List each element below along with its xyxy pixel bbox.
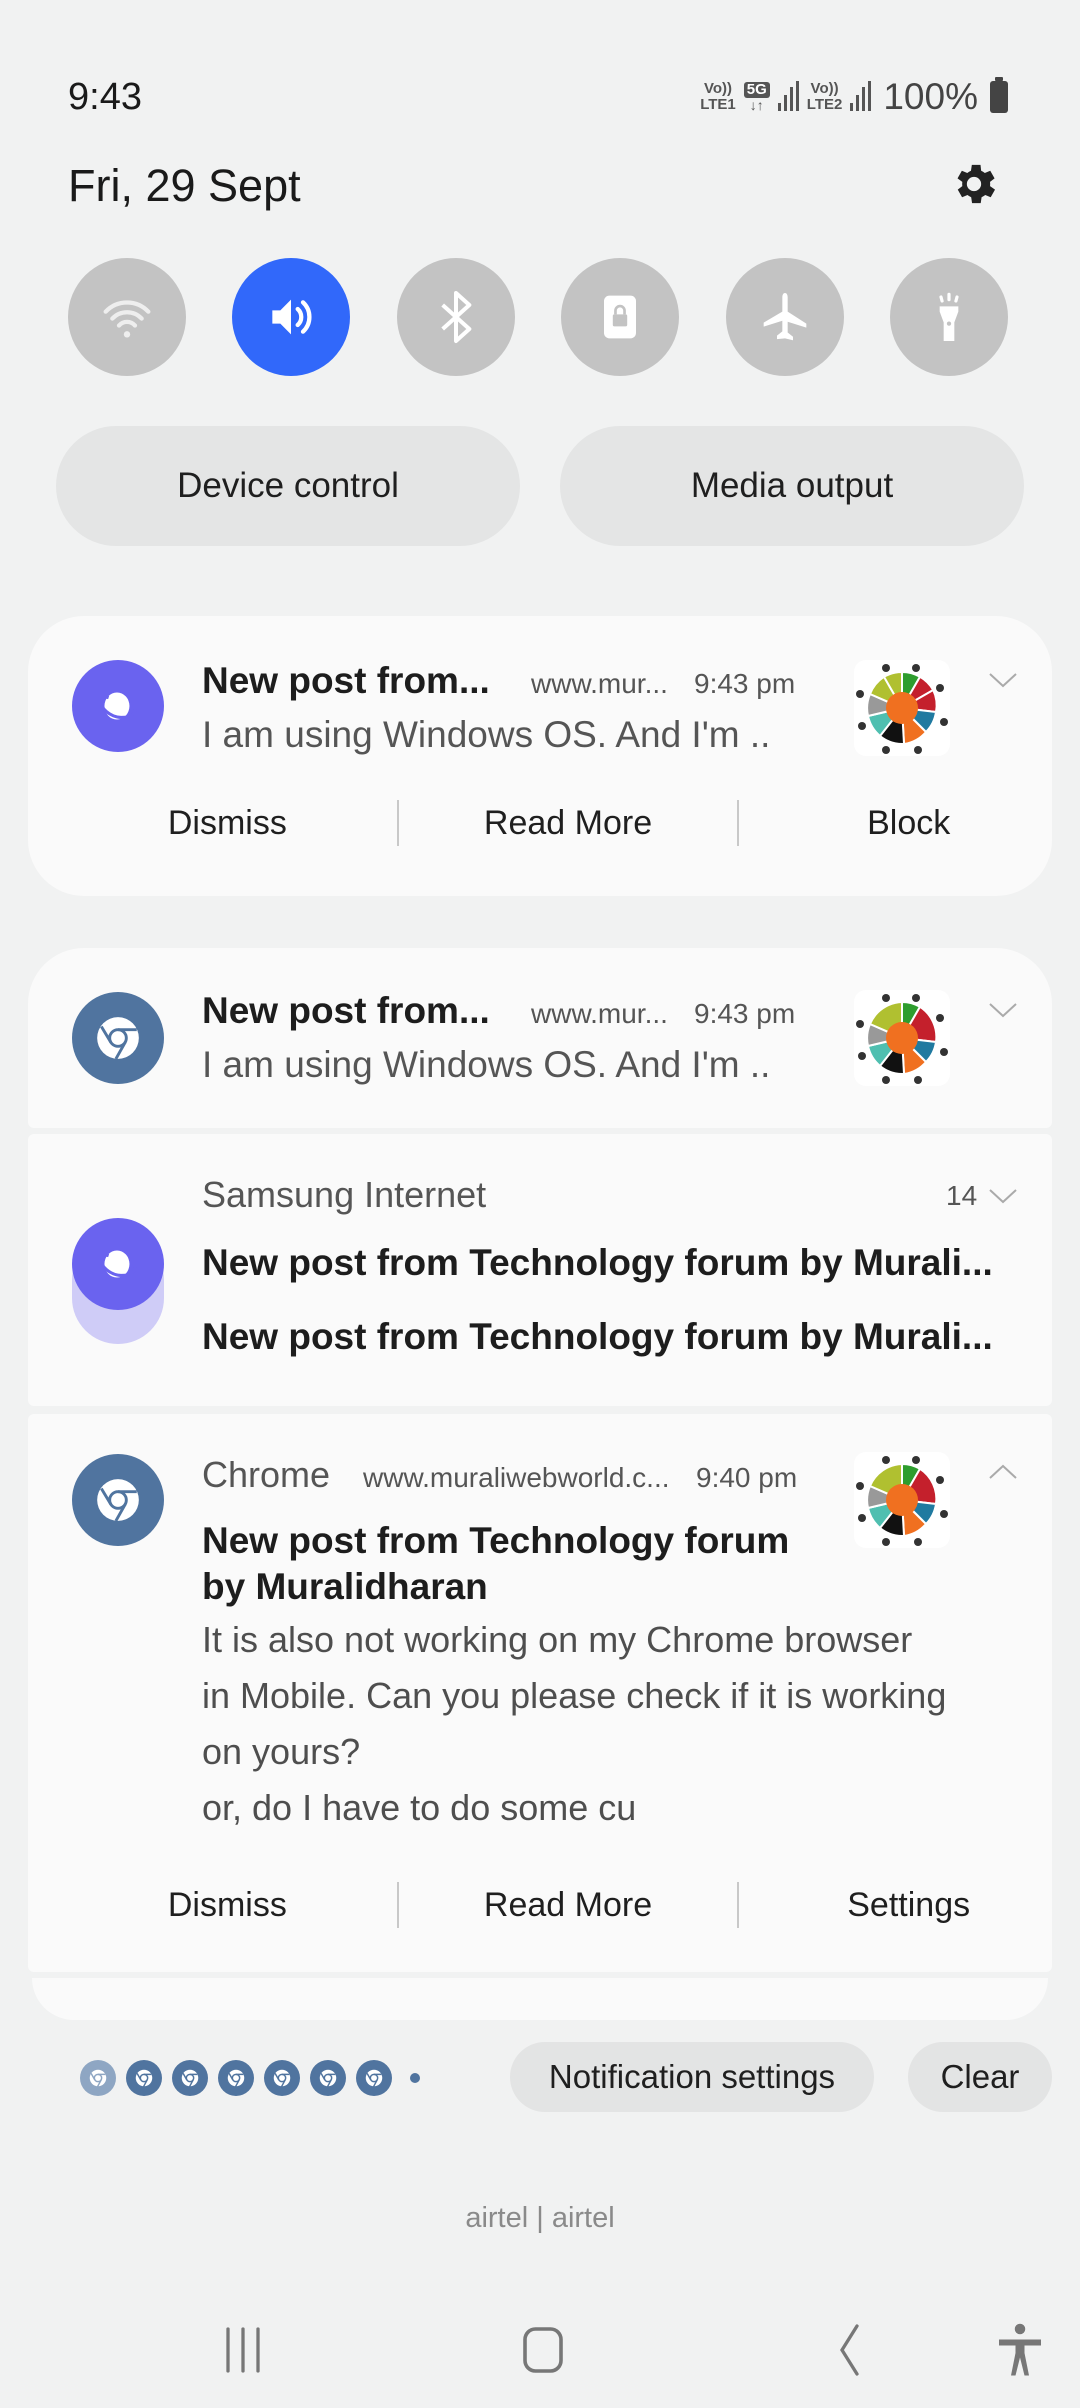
notification-time: 9:40 pm: [696, 1462, 798, 1493]
quick-toggles: [68, 258, 1008, 376]
date-label: Fri, 29 Sept: [68, 160, 301, 211]
notification-time: 9:43 pm: [694, 998, 796, 1029]
notification-title: New post from...: [202, 660, 490, 701]
battery-icon: [990, 77, 1008, 113]
sound-icon: [272, 299, 312, 335]
body-line: or, do I have to do some cu: [202, 1787, 637, 1828]
chevron-down-icon[interactable]: [988, 670, 1018, 690]
5g-data-icon: 5G ↓↑: [743, 82, 770, 113]
notification-stack-edge: [32, 1978, 1048, 2020]
carrier-label: airtel | airtel: [465, 2202, 615, 2234]
app-name: Chrome: [202, 1454, 331, 1495]
block-button[interactable]: Block: [739, 804, 1078, 843]
chrome-icon: [310, 2060, 346, 2096]
notification-settings-button[interactable]: Notification settings: [510, 2042, 874, 2112]
notification-source: www.mur...: [531, 998, 668, 1029]
notification-card-chrome-expanded[interactable]: Chrome www.muraliwebworld.c... 9:40 pm N…: [28, 1414, 1052, 1972]
notification-title-line: by Muralidharan: [202, 1566, 488, 1607]
chevron-up-icon[interactable]: [988, 1462, 1018, 1482]
chrome-icon: [72, 1454, 164, 1546]
airplane-icon: [763, 293, 806, 341]
dismiss-button[interactable]: Dismiss: [58, 804, 397, 843]
sound-toggle[interactable]: [232, 258, 351, 376]
settings-button[interactable]: Settings: [739, 1886, 1078, 1925]
samsung-internet-icon: [72, 1218, 164, 1310]
volte-sim2-icon: Vo)) LTE2: [807, 81, 843, 113]
samsung-internet-icon: [72, 660, 164, 752]
notification-card-samsung-internet[interactable]: New post from... www.mur... 9:43 pm I am…: [28, 616, 1052, 896]
notification-actions: Dismiss Read More Block: [58, 800, 1078, 846]
signal-sim1-icon: [777, 81, 799, 111]
back-button[interactable]: [818, 2318, 878, 2382]
notification-title: New post from...: [202, 990, 490, 1031]
chrome-icon: [356, 2060, 392, 2096]
notification-text: I am using Windows OS. And I'm ..: [202, 1044, 771, 1085]
accessibility-icon: [999, 2323, 1041, 2376]
bluetooth-icon: [441, 291, 472, 343]
notification-body: It is also not working on my Chrome brow…: [202, 1612, 946, 1836]
gear-icon[interactable]: [948, 158, 1000, 210]
read-more-button[interactable]: Read More: [399, 1886, 738, 1925]
notification-thumbnail: [854, 1452, 950, 1548]
chrome-icon: [218, 2060, 254, 2096]
recents-button[interactable]: [213, 2318, 273, 2382]
wifi-icon: [103, 300, 151, 338]
body-line: in Mobile. Can you please check if it is…: [202, 1675, 947, 1716]
chevron-down-icon[interactable]: [988, 1186, 1018, 1206]
back-icon: [840, 2324, 859, 2376]
notification-source: www.muraliwebworld.c...: [363, 1462, 670, 1493]
sim2-lte-label: LTE2: [806, 96, 843, 113]
sim1-volte-label: Vo)): [703, 80, 733, 97]
body-line: It is also not working on my Chrome brow…: [202, 1619, 913, 1660]
rotation-lock-icon: [604, 295, 637, 339]
group-line[interactable]: New post from Technology forum by Murali…: [202, 1316, 993, 1358]
notification-card-chrome[interactable]: New post from... www.mur... 9:43 pm I am…: [28, 948, 1052, 1128]
read-more-button[interactable]: Read More: [399, 804, 738, 843]
notification-thumbnail: [854, 660, 950, 756]
sim2-volte-label: Vo)): [810, 80, 839, 97]
notification-title-line: New post from Technology forum: [202, 1520, 790, 1561]
wifi-toggle[interactable]: [68, 258, 186, 376]
data-activity-icon: ↓↑: [749, 97, 764, 113]
flashlight-toggle[interactable]: [889, 258, 1008, 376]
rotation-lock-toggle[interactable]: [561, 258, 680, 376]
sim1-lte-label: LTE1: [700, 96, 736, 113]
chrome-icon: [172, 2060, 208, 2096]
accessibility-button[interactable]: [990, 2318, 1050, 2382]
notification-source: www.mur...: [531, 668, 668, 699]
signal-sim2-icon: [850, 81, 872, 111]
flashlight-icon: [939, 292, 959, 341]
more-dot-icon: [410, 2073, 420, 2083]
media-output-button[interactable]: Media output: [560, 426, 1024, 546]
status-time: 9:43: [68, 76, 142, 118]
notification-text: I am using Windows OS. And I'm ..: [202, 714, 771, 755]
home-icon: [523, 2327, 563, 2373]
chrome-icon: [264, 2060, 300, 2096]
notification-time: 9:43 pm: [694, 668, 796, 699]
airplane-toggle[interactable]: [725, 258, 844, 376]
notification-count: 14: [946, 1180, 978, 1211]
dismiss-button[interactable]: Dismiss: [58, 1886, 397, 1925]
chrome-icon: [80, 2060, 116, 2096]
body-line: on yours?: [202, 1731, 361, 1772]
chevron-down-icon[interactable]: [988, 1000, 1018, 1020]
chrome-icon: [126, 2060, 162, 2096]
notification-thumbnail: [854, 990, 950, 1086]
network-type-label: 5G: [743, 82, 770, 98]
volte-sim1-icon: Vo)) LTE1: [700, 81, 736, 113]
notification-group-samsung-internet[interactable]: Samsung Internet 14 New post from Techno…: [28, 1134, 1052, 1406]
home-button[interactable]: [513, 2318, 573, 2382]
overflow-notification-icons[interactable]: [80, 2060, 420, 2096]
bluetooth-toggle[interactable]: [396, 258, 515, 376]
status-icons: Vo)) LTE1 5G ↓↑ Vo)) LTE2 100%: [700, 76, 1008, 118]
battery-percent: 100%: [883, 76, 978, 117]
chrome-icon: [72, 992, 164, 1084]
clear-button[interactable]: Clear: [908, 2042, 1052, 2112]
notification-actions: Dismiss Read More Settings: [58, 1882, 1078, 1928]
device-control-button[interactable]: Device control: [56, 426, 520, 546]
group-line[interactable]: New post from Technology forum by Murali…: [202, 1242, 993, 1284]
recents-icon: [226, 2327, 260, 2373]
app-name: Samsung Internet: [202, 1174, 487, 1215]
